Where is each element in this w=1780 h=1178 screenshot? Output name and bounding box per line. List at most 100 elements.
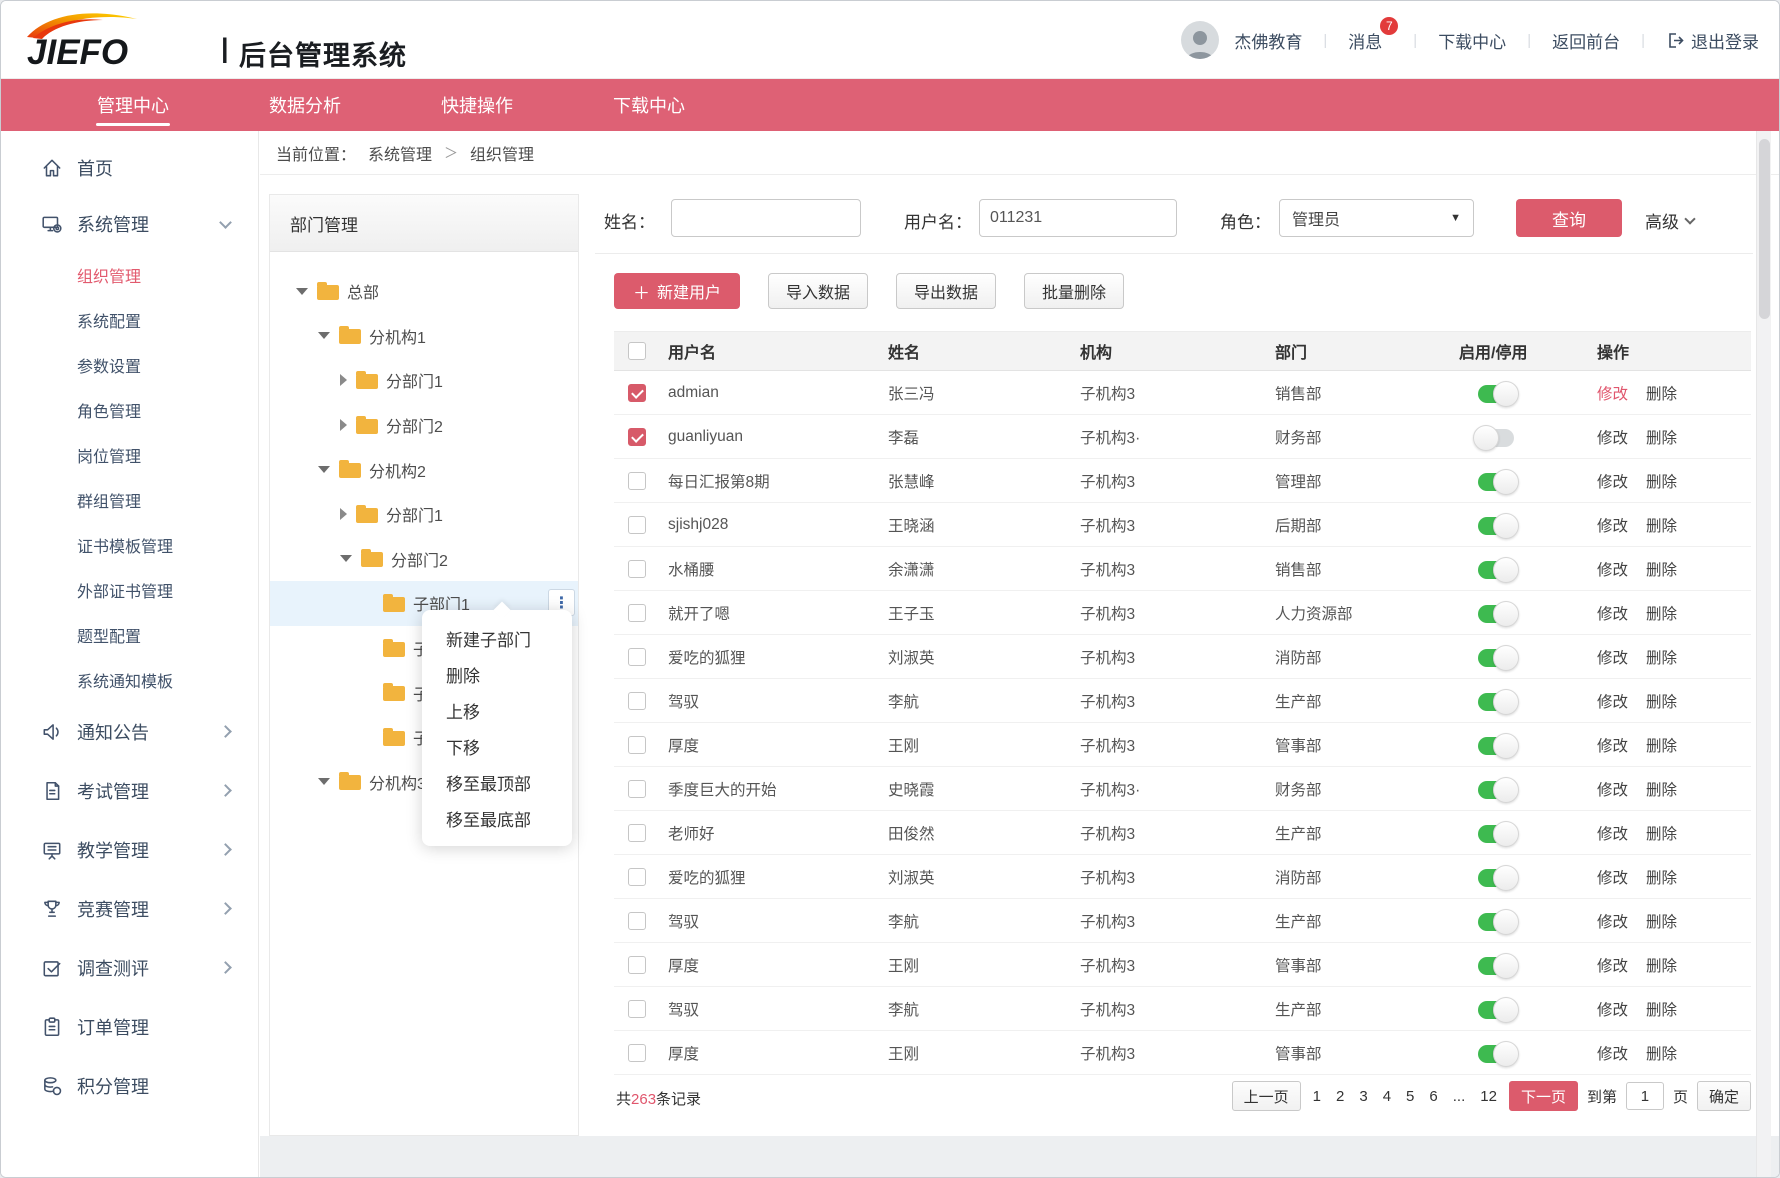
row-checkbox[interactable] <box>628 692 646 710</box>
advanced-link[interactable]: 高级 <box>1645 208 1694 233</box>
sidebar-item[interactable]: 参数设置 <box>1 342 258 387</box>
context-menu-item[interactable]: 上移 <box>422 692 572 728</box>
enable-toggle[interactable] <box>1478 825 1514 843</box>
row-checkbox[interactable] <box>628 912 646 930</box>
tree-node[interactable]: 分部门2 <box>270 403 578 448</box>
enable-toggle[interactable] <box>1478 737 1514 755</box>
tree-node[interactable]: 分部门1 <box>270 358 578 403</box>
next-page-button[interactable]: 下一页 <box>1509 1081 1578 1111</box>
page-ellipsis[interactable]: ... <box>1450 1088 1469 1105</box>
edit-action[interactable]: 修改 <box>1597 734 1628 756</box>
sidebar-item[interactable]: 通知公告 <box>1 702 258 761</box>
page-number[interactable]: 2 <box>1333 1088 1347 1105</box>
edit-action[interactable]: 修改 <box>1597 426 1628 448</box>
edit-action[interactable]: 修改 <box>1597 558 1628 580</box>
tree-node[interactable]: 分机构1 <box>270 314 578 359</box>
row-checkbox[interactable] <box>628 1044 646 1062</box>
tree-right-arrow-icon[interactable] <box>340 374 347 386</box>
row-checkbox[interactable] <box>628 780 646 798</box>
context-menu-item[interactable]: 新建子部门 <box>422 620 572 656</box>
enable-toggle[interactable] <box>1478 561 1514 579</box>
row-checkbox[interactable] <box>628 516 646 534</box>
nav-tab-1[interactable]: 管理中心 <box>61 79 205 131</box>
row-checkbox[interactable] <box>628 868 646 886</box>
sidebar-item[interactable]: 证书模板管理 <box>1 522 258 567</box>
tree-down-arrow-icon[interactable] <box>318 778 330 785</box>
edit-action[interactable]: 修改 <box>1597 778 1628 800</box>
nav-tab-3[interactable]: 快捷操作 <box>405 79 549 131</box>
row-checkbox[interactable] <box>628 824 646 842</box>
new-user-button[interactable]: ＋ 新建用户 <box>614 273 740 309</box>
scrollbar-thumb[interactable] <box>1759 139 1770 319</box>
user-name[interactable]: 杰佛教育 <box>1234 28 1302 53</box>
logout-link[interactable]: 退出登录 <box>1666 28 1759 53</box>
enable-toggle[interactable] <box>1478 517 1514 535</box>
row-checkbox[interactable] <box>628 472 646 490</box>
sidebar-item[interactable]: 教学管理 <box>1 820 258 879</box>
delete-action[interactable]: 删除 <box>1646 866 1677 888</box>
goto-page-input[interactable] <box>1626 1082 1664 1110</box>
edit-action[interactable]: 修改 <box>1597 646 1628 668</box>
context-menu-item[interactable]: 下移 <box>422 728 572 764</box>
delete-action[interactable]: 删除 <box>1646 426 1677 448</box>
sidebar-item[interactable]: 组织管理 <box>1 252 258 297</box>
delete-action[interactable]: 删除 <box>1646 998 1677 1020</box>
edit-action[interactable]: 修改 <box>1597 822 1628 844</box>
delete-action[interactable]: 删除 <box>1646 646 1677 668</box>
delete-action[interactable]: 删除 <box>1646 954 1677 976</box>
edit-action[interactable]: 修改 <box>1597 382 1628 404</box>
delete-action[interactable]: 删除 <box>1646 910 1677 932</box>
edit-action[interactable]: 修改 <box>1597 470 1628 492</box>
batch-delete-button[interactable]: 批量删除 <box>1024 273 1124 309</box>
page-number[interactable]: 1 <box>1310 1088 1324 1105</box>
delete-action[interactable]: 删除 <box>1646 778 1677 800</box>
page-number[interactable]: 6 <box>1426 1088 1440 1105</box>
enable-toggle[interactable] <box>1478 1001 1514 1019</box>
tree-node[interactable]: 分部门2 <box>270 537 578 582</box>
edit-action[interactable]: 修改 <box>1597 910 1628 932</box>
sidebar-item[interactable]: 积分管理 <box>1 1056 258 1115</box>
export-data-button[interactable]: 导出数据 <box>896 273 996 309</box>
sidebar-item[interactable]: 外部证书管理 <box>1 567 258 612</box>
row-checkbox[interactable] <box>628 428 646 446</box>
sidebar-item[interactable]: 首页 <box>1 140 258 196</box>
tree-right-arrow-icon[interactable] <box>340 508 347 520</box>
enable-toggle[interactable] <box>1478 605 1514 623</box>
sidebar-item[interactable]: 系统通知模板 <box>1 657 258 702</box>
avatar[interactable] <box>1181 21 1219 59</box>
enable-toggle[interactable] <box>1478 781 1514 799</box>
sidebar-item[interactable]: 订单管理 <box>1 997 258 1056</box>
sidebar-item[interactable]: 考试管理 <box>1 761 258 820</box>
page-number[interactable]: 12 <box>1477 1088 1500 1105</box>
row-checkbox[interactable] <box>628 560 646 578</box>
sidebar-item[interactable]: 角色管理 <box>1 387 258 432</box>
row-checkbox[interactable] <box>628 604 646 622</box>
download-center-link[interactable]: 下载中心 <box>1438 28 1506 53</box>
tree-node[interactable]: 总部 <box>270 269 578 314</box>
edit-action[interactable]: 修改 <box>1597 1042 1628 1064</box>
enable-toggle[interactable] <box>1478 1045 1514 1063</box>
delete-action[interactable]: 删除 <box>1646 382 1677 404</box>
enable-toggle[interactable] <box>1478 385 1514 403</box>
delete-action[interactable]: 删除 <box>1646 734 1677 756</box>
enable-toggle[interactable] <box>1478 473 1514 491</box>
delete-action[interactable]: 删除 <box>1646 1042 1677 1064</box>
back-to-front-link[interactable]: 返回前台 <box>1552 28 1620 53</box>
row-checkbox[interactable] <box>628 384 646 402</box>
tree-down-arrow-icon[interactable] <box>318 332 330 339</box>
context-menu-item[interactable]: 移至最顶部 <box>422 764 572 800</box>
row-checkbox[interactable] <box>628 648 646 666</box>
nav-tab-4[interactable]: 下载中心 <box>577 79 721 131</box>
goto-confirm-button[interactable]: 确定 <box>1697 1081 1751 1111</box>
edit-action[interactable]: 修改 <box>1597 866 1628 888</box>
delete-action[interactable]: 删除 <box>1646 602 1677 624</box>
select-all-checkbox[interactable] <box>628 342 646 360</box>
edit-action[interactable]: 修改 <box>1597 514 1628 536</box>
delete-action[interactable]: 删除 <box>1646 470 1677 492</box>
username-filter-input[interactable] <box>979 199 1177 237</box>
enable-toggle[interactable] <box>1478 693 1514 711</box>
edit-action[interactable]: 修改 <box>1597 602 1628 624</box>
delete-action[interactable]: 删除 <box>1646 690 1677 712</box>
tree-down-arrow-icon[interactable] <box>318 466 330 473</box>
name-filter-input[interactable] <box>671 199 861 237</box>
